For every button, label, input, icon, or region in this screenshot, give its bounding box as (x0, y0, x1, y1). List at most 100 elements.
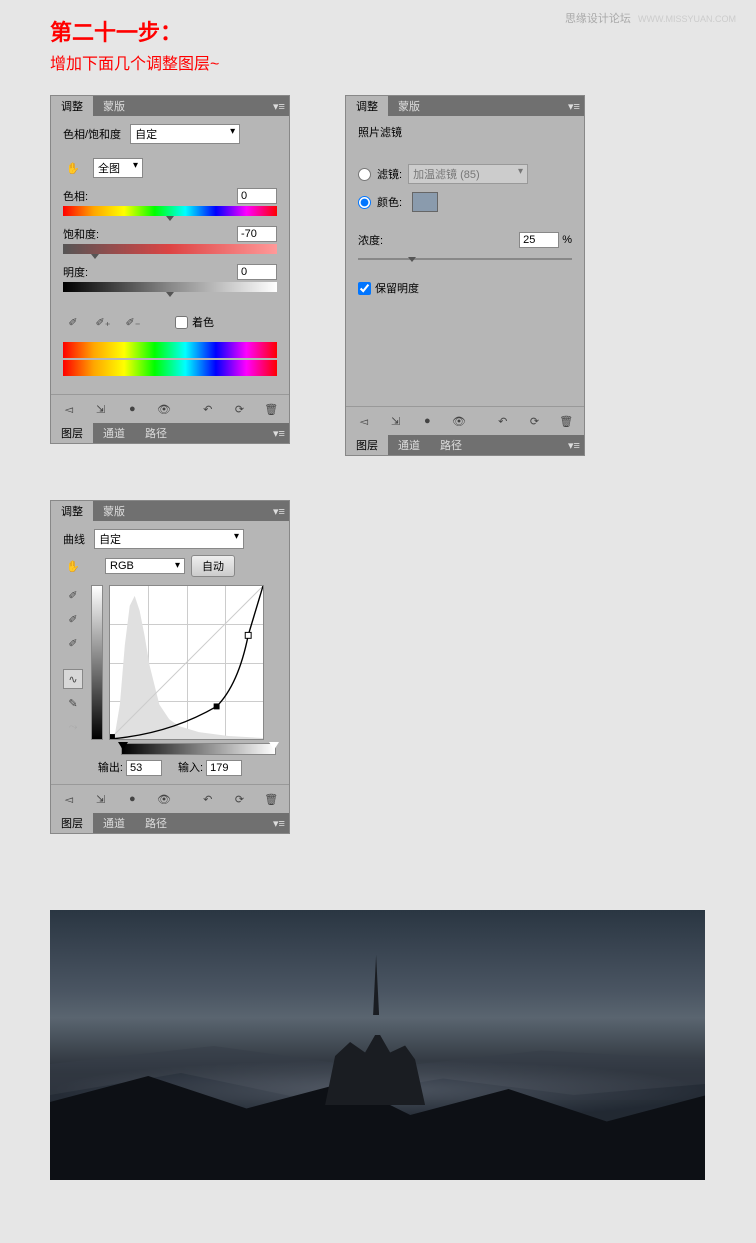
refresh-icon[interactable]: ⟳ (230, 789, 250, 809)
result-image (50, 910, 705, 1180)
color-strip-bottom (63, 360, 277, 376)
panel-footer: ◅ ⇲ ● 👁 ↶ ⟳ 🗑 (346, 406, 584, 435)
preset-dropdown[interactable]: 自定 (130, 124, 240, 144)
tab-adjust[interactable]: 调整 (51, 501, 93, 521)
brightness-label: 明度: (63, 264, 88, 280)
back-arrow-icon[interactable]: ◅ (59, 399, 79, 419)
tab-layers[interactable]: 图层 (51, 813, 93, 833)
pencil-tool-icon[interactable]: ✎ (63, 693, 83, 713)
saturation-input[interactable] (237, 226, 277, 242)
preserve-luminosity-checkbox[interactable]: 保留明度 (358, 280, 419, 296)
preserve-label: 保留明度 (375, 280, 419, 296)
hue-label: 色相: (63, 188, 88, 204)
reset-icon[interactable]: ↶ (493, 411, 513, 431)
curves-preset-dropdown[interactable]: 自定 (94, 529, 244, 549)
panel-tabs: 调整 蒙版 ▾≡ (51, 96, 289, 116)
panel-tabs: 调整 蒙版 ▾≡ (346, 96, 584, 116)
saturation-label: 饱和度: (63, 226, 99, 242)
smooth-tool-icon[interactable]: ⤳ (63, 717, 83, 737)
brightness-slider[interactable] (63, 282, 277, 292)
density-slider[interactable] (358, 258, 572, 260)
photo-filter-panel: 调整 蒙版 ▾≡ 照片滤镜 滤镜: 加温滤镜 (85) 颜色: 浓度: % (345, 95, 585, 456)
trash-icon[interactable]: 🗑 (261, 399, 281, 419)
channel-dropdown[interactable]: RGB (105, 558, 185, 574)
eyedropper-icon[interactable]: ✐ (63, 312, 83, 332)
trash-icon[interactable]: 🗑 (556, 411, 576, 431)
tab-paths[interactable]: 路径 (135, 813, 177, 833)
colorize-checkbox[interactable]: 着色 (175, 314, 214, 330)
curves-graph[interactable] (109, 585, 264, 740)
scrubby-hand-icon[interactable]: ✋ (63, 158, 83, 178)
hue-slider[interactable] (63, 206, 277, 216)
tab-channels[interactable]: 通道 (93, 423, 135, 443)
hue-input[interactable] (237, 188, 277, 204)
panel-menu-icon-2[interactable]: ▾≡ (269, 813, 289, 833)
clip-icon[interactable]: ● (122, 399, 142, 419)
curves-panel: 调整 蒙版 ▾≡ 曲线 自定 ✋ RGB 自动 ✐ ✐ ✐ ∿ ✎ ⤳ (50, 500, 290, 834)
tab-mask[interactable]: 蒙版 (388, 96, 430, 116)
step-title: 第二十一步： (50, 15, 182, 47)
expand-icon[interactable]: ⇲ (386, 411, 406, 431)
tab-layers[interactable]: 图层 (346, 435, 388, 455)
tab-paths[interactable]: 路径 (135, 423, 177, 443)
reset-icon[interactable]: ↶ (198, 399, 218, 419)
back-arrow-icon[interactable]: ◅ (59, 789, 79, 809)
back-arrow-icon[interactable]: ◅ (354, 411, 374, 431)
scrubby-hand-icon[interactable]: ✋ (63, 556, 83, 576)
tab-paths[interactable]: 路径 (430, 435, 472, 455)
eye-icon[interactable]: 👁 (154, 789, 174, 809)
panel-menu-icon[interactable]: ▾≡ (564, 96, 584, 116)
refresh-icon[interactable]: ⟳ (525, 411, 545, 431)
tab-mask[interactable]: 蒙版 (93, 96, 135, 116)
eyedropper-black-icon[interactable]: ✐ (63, 585, 83, 605)
watermark: 思缘设计论坛 WWW.MISSYUAN.COM (565, 10, 736, 26)
panel-menu-icon[interactable]: ▾≡ (269, 96, 289, 116)
tab-channels[interactable]: 通道 (93, 813, 135, 833)
density-unit: % (562, 234, 572, 246)
tab-adjust[interactable]: 调整 (51, 96, 93, 116)
panel-footer: ◅ ⇲ ● 👁 ↶ ⟳ 🗑 (51, 784, 289, 813)
eyedropper-minus-icon[interactable]: ✐₋ (123, 312, 143, 332)
color-swatch[interactable] (412, 192, 438, 212)
saturation-slider[interactable] (63, 244, 277, 254)
refresh-icon[interactable]: ⟳ (230, 399, 250, 419)
output-label: 输出: (98, 762, 123, 774)
brightness-input[interactable] (237, 264, 277, 280)
reset-icon[interactable]: ↶ (198, 789, 218, 809)
panel-menu-icon-2[interactable]: ▾≡ (564, 435, 584, 455)
output-input[interactable] (126, 760, 162, 776)
curve-line (110, 586, 263, 739)
color-radio[interactable] (358, 196, 371, 209)
scope-dropdown[interactable]: 全图 (93, 158, 143, 178)
tab-adjust[interactable]: 调整 (346, 96, 388, 116)
eye-icon[interactable]: 👁 (154, 399, 174, 419)
panel-menu-icon-2[interactable]: ▾≡ (269, 423, 289, 443)
filter-dropdown[interactable]: 加温滤镜 (85) (408, 164, 528, 184)
expand-icon[interactable]: ⇲ (91, 399, 111, 419)
input-label: 输入: (178, 762, 203, 774)
clip-icon[interactable]: ● (417, 411, 437, 431)
density-input[interactable] (519, 232, 559, 248)
eyedropper-plus-icon[interactable]: ✐₊ (93, 312, 113, 332)
tab-layers[interactable]: 图层 (51, 423, 93, 443)
color-radio-label: 颜色: (377, 194, 402, 210)
expand-icon[interactable]: ⇲ (91, 789, 111, 809)
color-strip-top (63, 342, 277, 358)
filter-radio-label: 滤镜: (377, 166, 402, 182)
panel-tabs: 调整 蒙版 ▾≡ (51, 501, 289, 521)
trash-icon[interactable]: 🗑 (261, 789, 281, 809)
hue-sat-title: 色相/饱和度 (63, 129, 121, 147)
tab-mask[interactable]: 蒙版 (93, 501, 135, 521)
eyedropper-gray-icon[interactable]: ✐ (63, 609, 83, 629)
input-input[interactable] (206, 760, 242, 776)
eye-icon[interactable]: 👁 (449, 411, 469, 431)
panel-menu-icon[interactable]: ▾≡ (269, 501, 289, 521)
curves-title: 曲线 (63, 534, 85, 552)
auto-button[interactable]: 自动 (191, 555, 235, 577)
step-subtitle: 增加下面几个调整图层~ (50, 50, 219, 74)
tab-channels[interactable]: 通道 (388, 435, 430, 455)
filter-radio[interactable] (358, 168, 371, 181)
clip-icon[interactable]: ● (122, 789, 142, 809)
curve-point-tool-icon[interactable]: ∿ (63, 669, 83, 689)
eyedropper-white-icon[interactable]: ✐ (63, 633, 83, 653)
